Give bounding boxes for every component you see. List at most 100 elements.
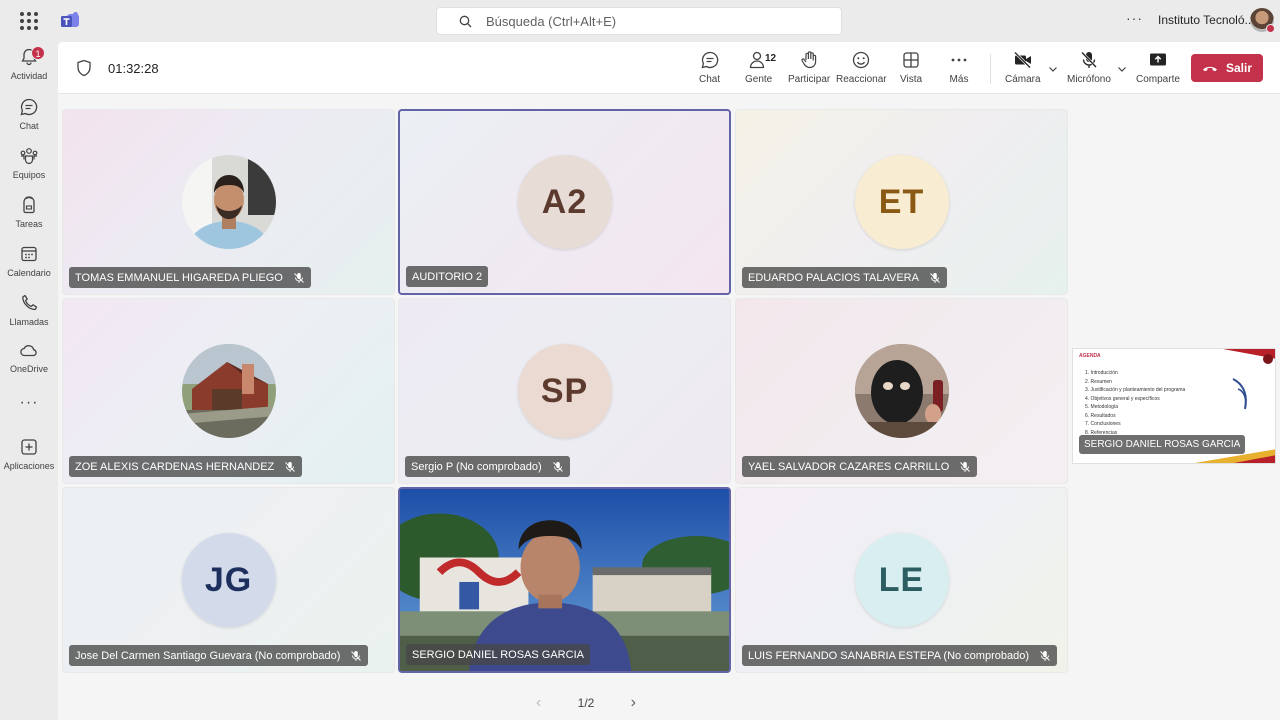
rail-item-teams[interactable]: Equipos [0,146,58,192]
participant-avatar: ET [854,155,949,249]
search-icon [459,15,472,27]
participant-tile[interactable]: JG Jose Del Carmen Santiago Guevara (No … [62,487,395,673]
settings-more-icon[interactable]: ··· [1126,10,1143,26]
meeting-stage: 01:32:28 Chat 12 Gente Participar Reacci… [58,42,1280,720]
participant-name: TOMAS EMMANUEL HIGAREDA PLIEGO [75,271,283,284]
app-rail: 1 Actividad Chat Equipos Tareas Calendar… [0,42,58,720]
presenter-name: SERGIO DANIEL ROSAS GARCIA [1084,439,1241,450]
mic-off-icon [960,461,971,472]
participant-video-tile[interactable]: SERGIO DANIEL ROSAS GARCIA [398,487,731,673]
participant-name: ZOE ALEXIS CARDENAS HERNANDEZ [75,460,275,473]
rail-label: Chat [19,121,39,131]
mic-off-icon [930,272,940,283]
leave-label: Salir [1225,61,1252,75]
shared-screen-thumbnail[interactable]: AGENDA 1. Introducción 2. Resumen 3. Jus… [1072,348,1276,464]
participant-name: SERGIO DANIEL ROSAS GARCIA [412,648,584,661]
share-label: Comparte [1136,74,1180,85]
slide-title: AGENDA [1079,353,1101,359]
camera-label: Cámara [1005,74,1041,85]
meeting-toolbar: 01:32:28 Chat 12 Gente Participar Reacci… [58,42,1280,94]
participant-name: EDUARDO PALACIOS TALAVERA [748,271,919,284]
meeting-timer: 01:32:28 [108,61,159,76]
participant-name-tag: AUDITORIO 2 [406,266,489,287]
microphone-button[interactable]: Micrófono [1067,50,1111,90]
participant-tile[interactable]: SP Sergio P (No comprobado) [398,298,731,484]
participant-photo [181,155,276,249]
more-label: Más [949,74,969,85]
participant-name: Jose Del Carmen Santiago Guevara (No com… [75,649,341,662]
mic-off-icon [1040,650,1050,661]
rail-label: Calendario [7,268,51,278]
rail-label: Actividad [10,71,48,81]
participant-name: YAEL SALVADOR CAZARES CARRILLO [748,460,950,473]
chat-icon [701,51,718,69]
gallery-pager: ‹ 1/2 › [536,694,636,712]
mic-off-icon [293,272,304,283]
mic-options-chevron-icon[interactable] [1117,64,1127,74]
search-input[interactable]: Búsqueda (Ctrl+Alt+E) [436,7,842,35]
participant-name: AUDITORIO 2 [412,270,483,283]
rail-item-calls[interactable]: Llamadas [0,293,58,339]
rail-item-assignments[interactable]: Tareas [0,195,58,241]
participant-tile[interactable]: TOMAS EMMANUEL HIGAREDA PLIEGO [62,109,395,295]
rail-item-apps[interactable]: Aplicaciones [0,437,58,483]
rail-label: Tareas [15,219,43,229]
slide-agenda-item: 7. Conclusiones [1085,421,1121,427]
camera-options-chevron-icon[interactable] [1048,64,1058,74]
add-app-icon [21,439,37,455]
leave-button[interactable]: Salir [1191,54,1263,82]
rail-item-activity[interactable]: 1 Actividad [0,46,58,93]
rail-item-calendar[interactable]: Calendario [0,244,58,290]
page-indicator: 1/2 [577,696,595,710]
shield-icon[interactable] [76,59,92,77]
view-label: Vista [900,74,923,85]
slide-agenda-item: 6. Resultados [1085,412,1116,419]
mic-off-icon [285,461,296,472]
next-page-icon[interactable]: › [631,694,636,712]
participant-avatar: LE [854,533,949,627]
chat-button[interactable]: Chat [699,50,720,90]
more-apps-icon[interactable]: ··· [0,394,58,412]
presenter-name-tag: SERGIO DANIEL ROSAS GARCIA [1079,435,1246,454]
rail-item-onedrive[interactable]: OneDrive [0,340,58,386]
participant-photo [181,344,276,438]
chat-icon [20,98,38,116]
app-launcher-icon[interactable] [20,12,38,30]
participant-name-tag: YAEL SALVADOR CAZARES CARRILLO [742,456,978,477]
share-button[interactable]: Comparte [1136,50,1180,90]
teams-icon [20,148,38,165]
presence-status-icon [1266,24,1275,33]
participant-photo [854,344,949,438]
rail-label: Equipos [12,170,46,180]
rail-item-chat[interactable]: Chat [0,97,58,143]
smile-icon [853,51,870,69]
rail-label: Llamadas [9,317,49,327]
hang-up-icon [1202,66,1217,72]
activity-badge: 1 [31,46,45,60]
backpack-icon [23,196,35,214]
more-icon [951,58,967,62]
org-name[interactable]: Instituto Tecnoló... [1158,13,1255,27]
camera-off-icon [1013,51,1031,69]
view-button[interactable]: Vista [900,50,922,90]
teams-logo-icon [61,12,79,27]
participant-name-tag: EDUARDO PALACIOS TALAVERA [742,267,947,288]
raise-hand-button[interactable]: Participar [788,50,830,90]
slide-agenda-item: 2. Resumen [1085,378,1112,385]
participant-tile[interactable]: YAEL SALVADOR CAZARES CARRILLO [735,298,1068,484]
participant-tile[interactable]: ET EDUARDO PALACIOS TALAVERA [735,109,1068,295]
participant-tile[interactable]: A2 AUDITORIO 2 [398,109,731,295]
react-button[interactable]: Reaccionar [836,50,887,90]
camera-button[interactable]: Cámara [1005,50,1041,90]
slide-agenda-item: 4. Objetivos general y específicos [1085,395,1160,402]
people-button[interactable]: 12 Gente [745,50,776,90]
phone-icon [22,294,38,311]
participant-name-tag: TOMAS EMMANUEL HIGAREDA PLIEGO [69,267,311,288]
participant-name-tag: LUIS FERNANDO SANABRIA ESTEPA (No compro… [742,645,1057,666]
more-actions-button[interactable]: Más [949,50,969,90]
participant-tile[interactable]: LE LUIS FERNANDO SANABRIA ESTEPA (No com… [735,487,1068,673]
previous-page-icon[interactable]: ‹ [536,694,541,712]
participant-tile[interactable]: ZOE ALEXIS CARDENAS HERNANDEZ [62,298,395,484]
participant-avatar: SP [517,344,612,438]
participant-name-tag: Jose Del Carmen Santiago Guevara (No com… [69,645,369,666]
